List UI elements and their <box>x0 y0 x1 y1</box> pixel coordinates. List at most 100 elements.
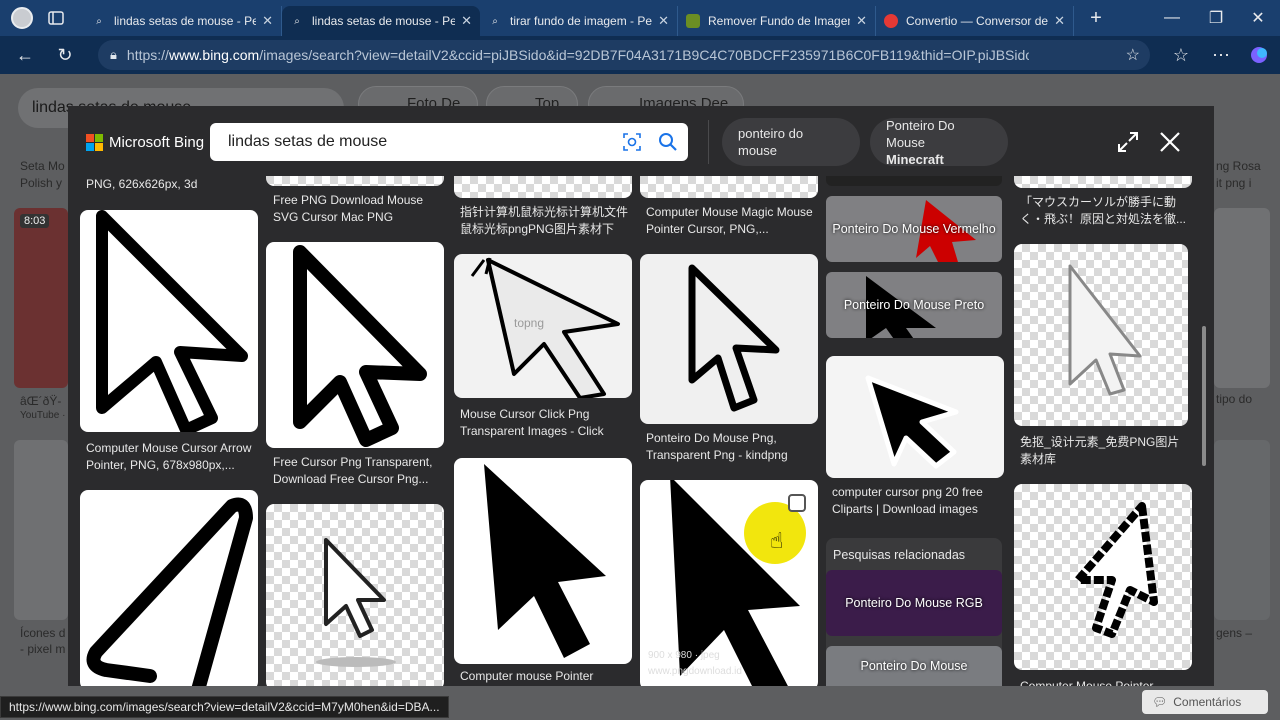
chip-sublabel: Minecraft <box>886 151 944 167</box>
feedback-button[interactable]: 💬︎ Comentários <box>1142 690 1268 714</box>
search-icon: ⌕ <box>294 15 300 27</box>
chip-label: Ponteiro Do Mouse <box>886 117 955 150</box>
related-search-tile[interactable]: Ponteiro Do Mouse Preto <box>826 272 1002 338</box>
cursor-image <box>865 375 959 469</box>
feedback-label: Comentários <box>1173 695 1242 709</box>
close-icon[interactable]: ✕ <box>658 13 669 29</box>
image-caption[interactable]: Free Cursor Png Transparent, Download Fr… <box>273 454 443 488</box>
image-result[interactable] <box>266 242 444 448</box>
close-icon[interactable]: ✕ <box>262 13 273 29</box>
image-results-grid: PNG, 626x626px, 3d Computer... Computer … <box>68 176 1214 686</box>
image-result[interactable] <box>1014 176 1192 188</box>
favorites-icon[interactable]: ☆ <box>1164 40 1198 70</box>
tab-actions-icon[interactable] <box>42 4 70 32</box>
search-icon[interactable] <box>658 132 678 152</box>
image-caption[interactable]: computer cursor png 20 free Cliparts | D… <box>832 484 1002 518</box>
modal-search-box[interactable]: lindas setas de mouse <box>210 123 688 161</box>
tab-title: tirar fundo de imagem - Pesq <box>510 14 653 28</box>
image-result[interactable] <box>80 210 258 432</box>
background-text: - pixel m <box>20 642 66 656</box>
comment-icon: 💬︎ <box>1152 695 1168 709</box>
image-caption[interactable]: Computer mouse Pointer Cursor <box>460 668 630 686</box>
tab-title: lindas setas de mouse - Pesq <box>114 14 257 28</box>
background-text: Polish y <box>20 176 63 190</box>
image-result[interactable]: topng <box>454 254 632 398</box>
lock-icon: 🔒︎ <box>110 47 117 62</box>
image-result[interactable] <box>1014 484 1192 670</box>
image-result[interactable] <box>1014 244 1188 426</box>
suggestion-chip[interactable]: Ponteiro Do Mouse Minecraft <box>870 117 1008 167</box>
refresh-icon[interactable]: ↻ <box>48 40 82 70</box>
new-tab-icon[interactable]: + <box>1082 4 1110 32</box>
image-caption[interactable]: Computer Mouse Magic Mouse Pointer Curso… <box>646 204 816 238</box>
navigation-bar: ← ↻ 🔒︎ https://www.bing.com/images/searc… <box>0 36 1280 74</box>
cursor-image <box>1074 502 1158 638</box>
image-caption[interactable]: Computer Mouse Cursor Arrow Pointer, PNG… <box>86 440 256 474</box>
image-result[interactable] <box>640 254 818 424</box>
related-search-label: Ponteiro Do Mouse Vermelho <box>832 222 996 236</box>
image-source[interactable]: www.pngdownload.id <box>648 666 742 677</box>
address-bar[interactable]: 🔒︎ https://www.bing.com/images/search?vi… <box>98 40 1150 70</box>
url-path: /images/search?view=detailV2&ccid=piJBSi… <box>259 47 1030 63</box>
divider <box>708 120 709 164</box>
search-query: lindas setas de mouse <box>228 133 388 150</box>
image-result[interactable]: ☝︎ 900 x 980 · jpeg www.pngdownload.id <box>640 480 818 686</box>
tab-5[interactable]: Convertio — Conversor de F ✕ <box>876 6 1074 36</box>
minimize-icon[interactable]: — <box>1150 0 1194 36</box>
image-caption[interactable]: Ponteiro Do Mouse Png, Transparent Png -… <box>646 430 816 464</box>
favorite-star-icon[interactable]: ☆ <box>1126 45 1140 65</box>
image-result[interactable] <box>454 458 632 664</box>
url-prefix: https:// <box>126 47 169 63</box>
image-result[interactable] <box>826 356 1004 478</box>
image-caption[interactable]: 免抠_设计元素_免费PNG图片素材库 <box>1020 434 1190 468</box>
microsoft-logo-icon <box>86 134 103 151</box>
background-text: ng Rosa <box>1216 159 1261 173</box>
image-caption[interactable]: 指针计算机鼠标光标计算机文件 鼠标光标pngPNG图片素材下载... <box>460 204 630 238</box>
expand-icon[interactable] <box>1114 128 1142 156</box>
suggestion-chip[interactable]: ponteiro do mouse <box>722 118 860 166</box>
close-icon[interactable] <box>1156 128 1184 156</box>
profile-avatar[interactable] <box>8 4 36 32</box>
image-caption[interactable]: Free PNG Download Mouse SVG Cursor Mac P… <box>273 192 443 226</box>
search-icon: ⌕ <box>492 15 498 27</box>
image-caption[interactable]: Mouse Cursor Click Png Transparent Image… <box>460 406 630 440</box>
scrollbar[interactable] <box>1202 326 1206 466</box>
maximize-icon[interactable]: ❐ <box>1194 0 1238 36</box>
more-menu-icon[interactable]: ⋯ <box>1204 40 1238 70</box>
related-search-tile[interactable] <box>826 176 1002 186</box>
back-icon[interactable]: ← <box>8 40 42 70</box>
tab-1[interactable]: ⌕ lindas setas de mouse - Pesq ✕ <box>84 6 282 36</box>
image-result[interactable] <box>454 176 632 198</box>
visual-search-small-icon[interactable] <box>788 494 806 512</box>
image-caption[interactable]: Computer Mouse Pointer... <box>1020 678 1190 686</box>
brand-name: Microsoft Bing <box>109 134 205 151</box>
tab-2[interactable]: ⌕ lindas setas de mouse - Pesq ✕ <box>282 6 480 36</box>
cursor-image <box>316 538 396 667</box>
tab-3[interactable]: ⌕ tirar fundo de imagem - Pesq ✕ <box>480 6 678 36</box>
copilot-icon[interactable] <box>1242 40 1276 70</box>
image-result[interactable] <box>266 504 444 686</box>
close-icon[interactable]: ✕ <box>461 13 472 29</box>
tab-title: lindas setas de mouse - Pesq <box>312 14 456 28</box>
cursor-image <box>688 264 780 412</box>
modal-header: Microsoft Bing lindas setas de mouse pon… <box>68 106 1214 176</box>
image-caption[interactable]: 「マウスカーソルが勝手に動く・飛ぶ！原因と対処法を徹... <box>1020 194 1190 228</box>
image-result[interactable] <box>80 490 258 686</box>
background-thumb <box>1214 440 1270 620</box>
tab-bar: ⌕ lindas setas de mouse - Pesq ✕ ⌕ linda… <box>0 0 1280 36</box>
visual-search-icon[interactable] <box>622 132 642 152</box>
close-icon[interactable]: ✕ <box>1054 13 1065 29</box>
related-search-tile[interactable]: Ponteiro Do Mouse RGB <box>826 570 1002 636</box>
image-result[interactable] <box>266 176 444 186</box>
search-icon: ⌕ <box>96 15 102 27</box>
tab-4[interactable]: Remover Fundo de Imagem ✕ <box>678 6 876 36</box>
related-search-tile[interactable]: Ponteiro Do Mouse Vermelho <box>826 196 1002 262</box>
cursor-image <box>1068 264 1142 396</box>
close-icon[interactable]: ✕ <box>856 13 867 29</box>
related-search-tile[interactable]: Ponteiro Do Mouse <box>826 646 1002 686</box>
window-close-icon[interactable]: ✕ <box>1236 0 1280 36</box>
related-search-label: Ponteiro Do Mouse Preto <box>843 298 985 312</box>
bing-logo[interactable]: Microsoft Bing <box>86 134 204 151</box>
image-caption[interactable]: PNG, 626x626px, 3d Computer... <box>86 176 256 196</box>
image-result[interactable] <box>640 176 818 198</box>
